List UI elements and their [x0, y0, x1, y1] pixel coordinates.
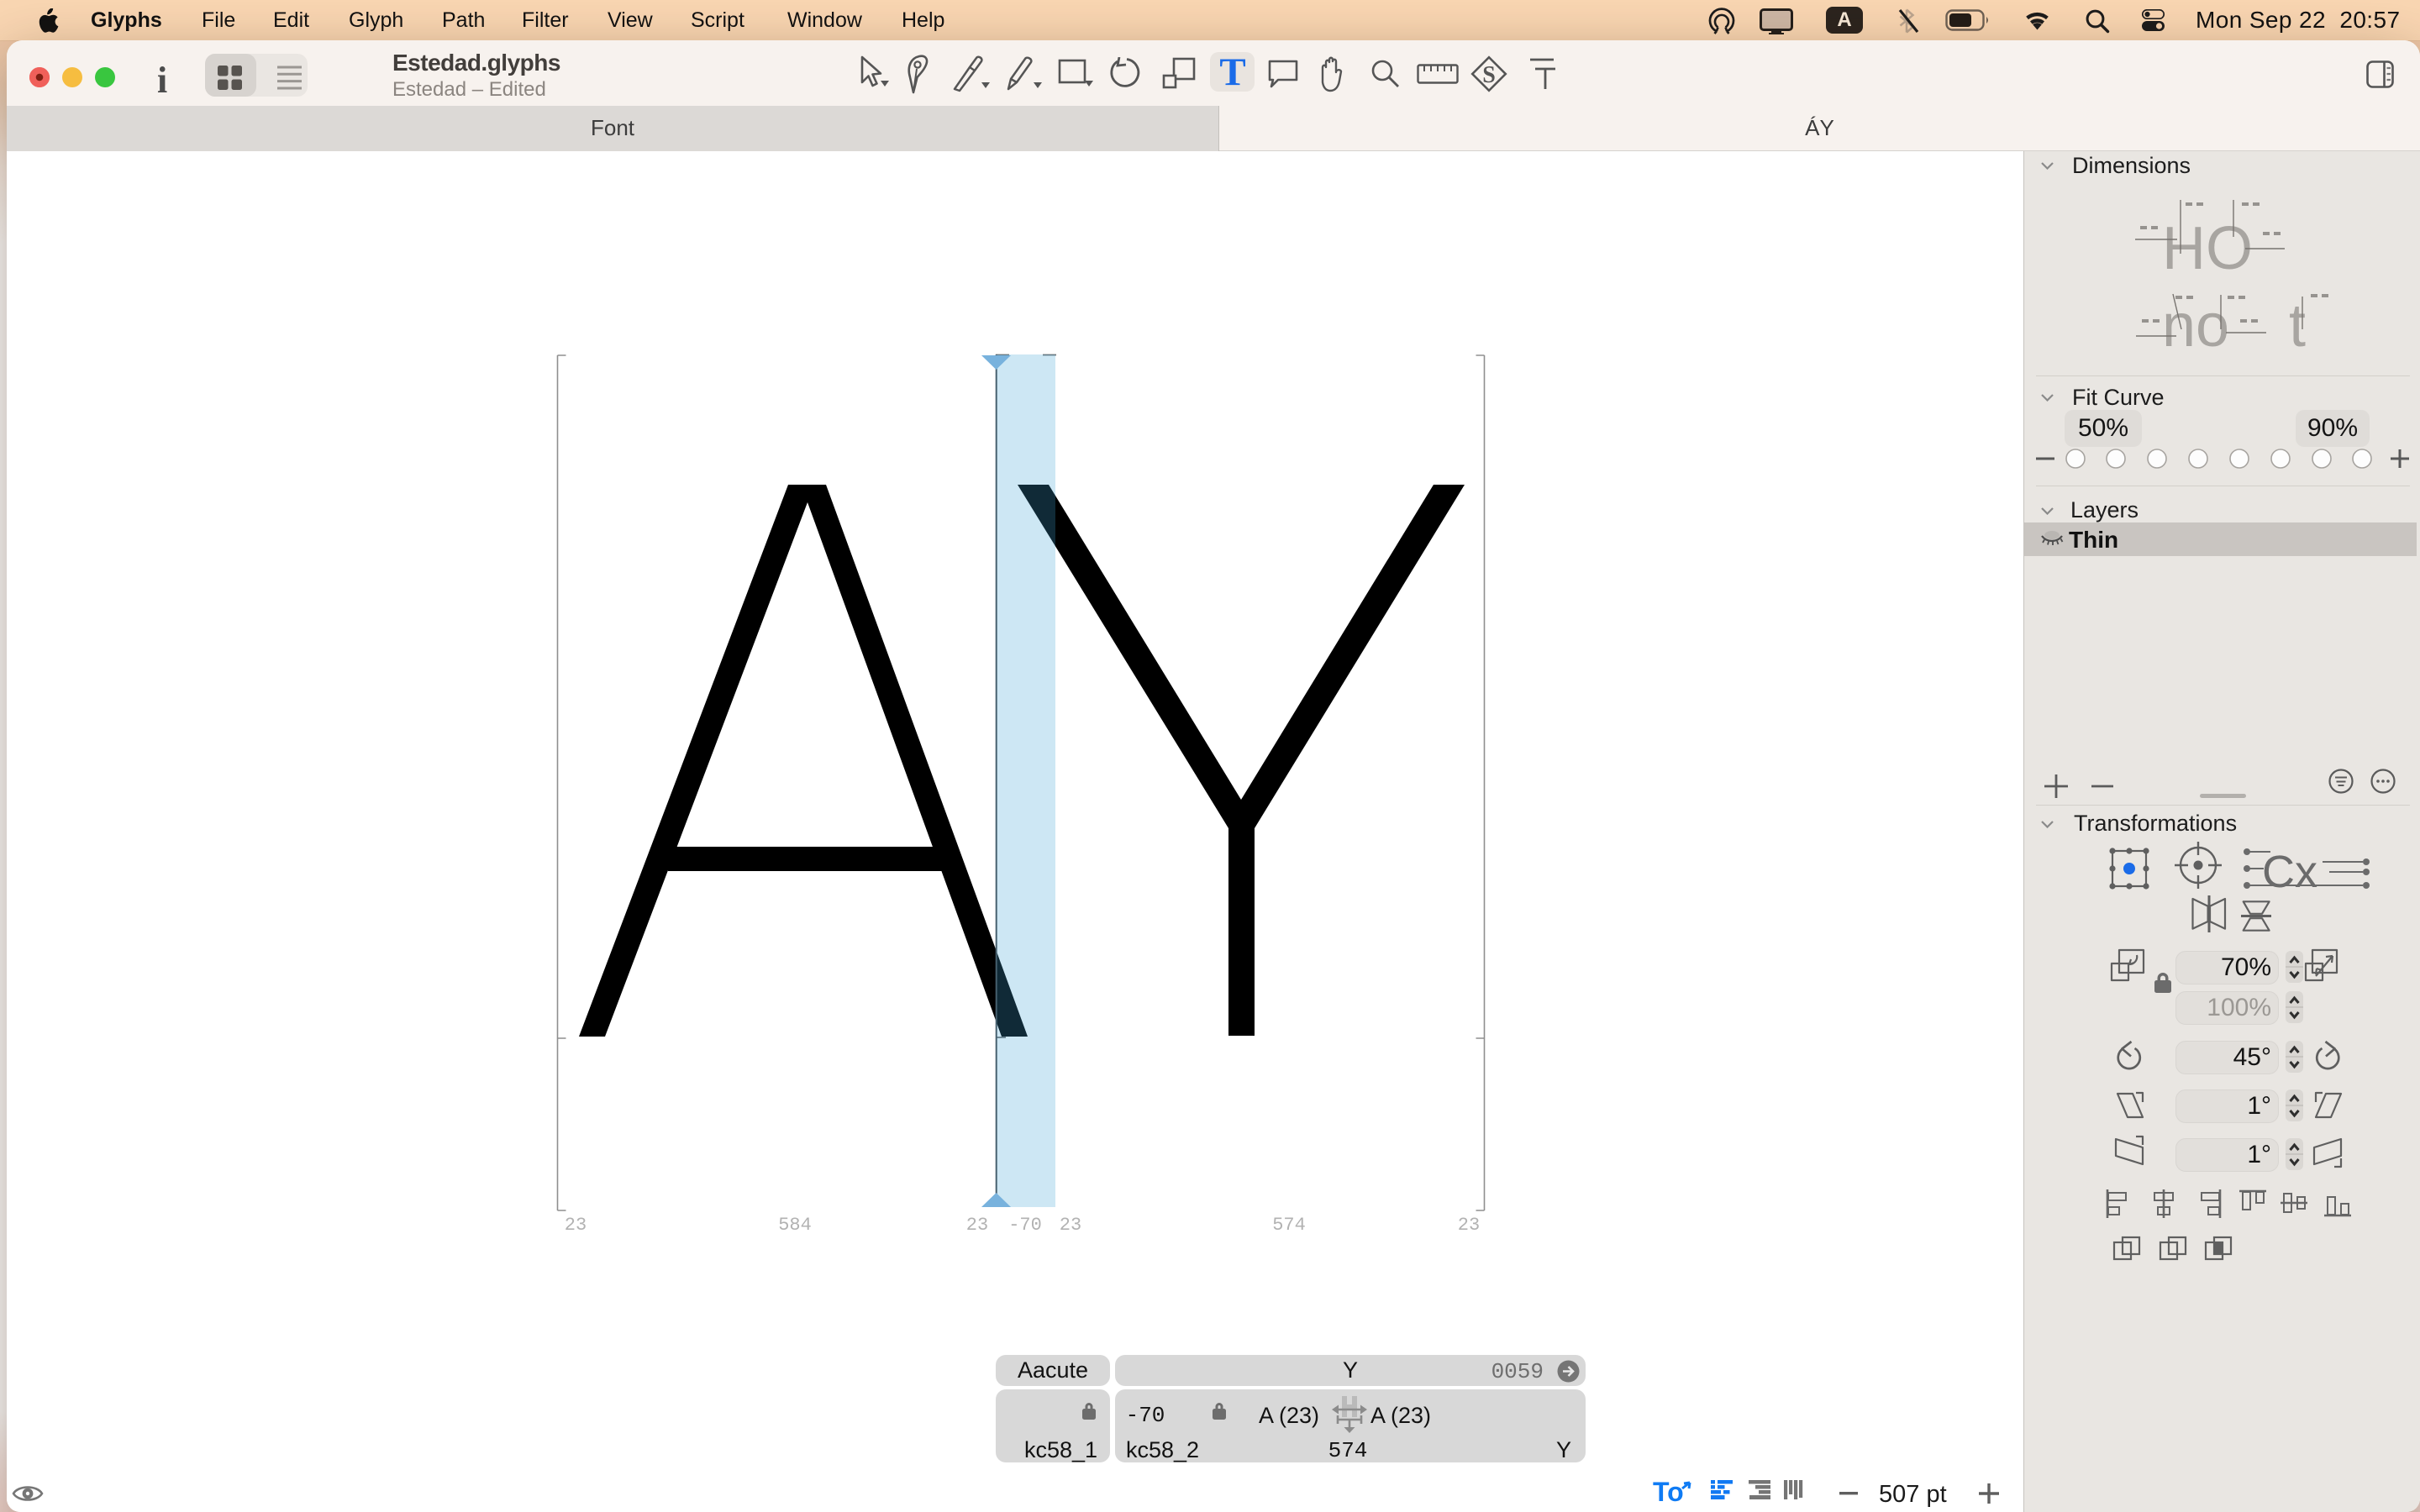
- svg-text:23: 23: [565, 1215, 587, 1236]
- svg-text:23: 23: [1060, 1215, 1081, 1236]
- svg-text:574: 574: [1272, 1215, 1306, 1236]
- svg-text:-70: -70: [1008, 1215, 1042, 1236]
- svg-text:S: S: [1482, 62, 1496, 88]
- svg-text:584: 584: [778, 1215, 812, 1236]
- svg-text:Cx: Cx: [2262, 847, 2317, 897]
- svg-text:23: 23: [966, 1215, 988, 1236]
- svg-text:HO: HO: [2162, 215, 2253, 282]
- svg-text:no: no: [2162, 292, 2229, 360]
- svg-text:23: 23: [1458, 1215, 1480, 1236]
- svg-text:To: To: [1653, 1478, 1684, 1507]
- svg-text:t: t: [2289, 292, 2306, 360]
- svg-text:507 pt: 507 pt: [1879, 1481, 1947, 1507]
